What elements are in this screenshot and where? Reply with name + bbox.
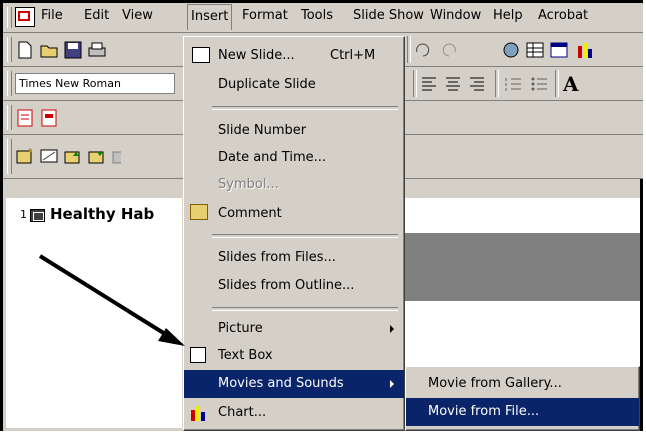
annotation-arrow — [38, 254, 185, 346]
